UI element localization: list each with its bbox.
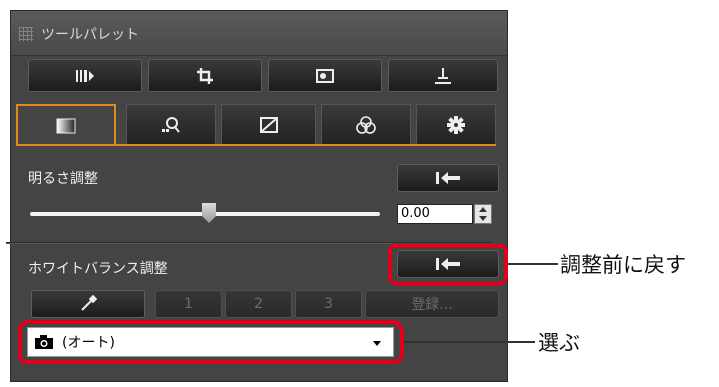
image-view-icon: [316, 68, 334, 83]
rgb-tool-icon: [76, 69, 94, 82]
wb-slot-2[interactable]: 2: [225, 290, 292, 318]
stamp-icon: [435, 67, 451, 84]
wb-register-button[interactable]: 登録...: [365, 290, 499, 318]
brightness-spinner[interactable]: [474, 204, 492, 224]
reset-arrow-icon: [436, 172, 460, 184]
brightness-tab-icon: [56, 118, 76, 134]
zoom-detail-icon: [162, 116, 180, 133]
palette-title: ツールパレット: [41, 27, 139, 43]
brightness-value-input[interactable]: 0.00: [397, 204, 473, 224]
stamp-button[interactable]: [388, 59, 498, 92]
tone-curve-icon: [259, 116, 278, 133]
title-bar[interactable]: ツールパレット: [11, 11, 507, 56]
tab-strip: [16, 104, 496, 146]
wb-slot-3[interactable]: 3: [295, 290, 362, 318]
settings-gear-icon: [447, 115, 465, 134]
tab-brightness[interactable]: [16, 104, 116, 146]
grip-icon[interactable]: [19, 27, 33, 41]
brightness-reset-button[interactable]: [397, 164, 499, 192]
color-wheel-icon: [356, 115, 376, 134]
tab-settings[interactable]: [416, 104, 496, 144]
wb-slot-1[interactable]: 1: [155, 290, 222, 318]
crop-icon: [197, 67, 213, 84]
select-callout-line: [403, 341, 535, 343]
white-balance-label: ホワイトバランス調整: [28, 261, 168, 277]
tab-tone-curve[interactable]: [221, 104, 316, 144]
reset-annotation: 調整前に戻す: [560, 253, 686, 277]
eyedropper-button[interactable]: [31, 290, 145, 318]
reset-callout-line: [508, 263, 558, 265]
select-annotation: 選ぶ: [538, 331, 580, 355]
reset-highlight: [387, 243, 508, 285]
eyedropper-icon: [81, 295, 97, 311]
tab-detail[interactable]: [126, 104, 216, 144]
brightness-label: 明るさ調整: [28, 171, 98, 187]
rgb-tool-button[interactable]: [28, 59, 142, 92]
tab-underline: [16, 144, 496, 146]
tab-color[interactable]: [321, 104, 411, 144]
image-view-button[interactable]: [268, 59, 382, 92]
select-highlight: [17, 320, 403, 364]
crop-button[interactable]: [148, 59, 262, 92]
